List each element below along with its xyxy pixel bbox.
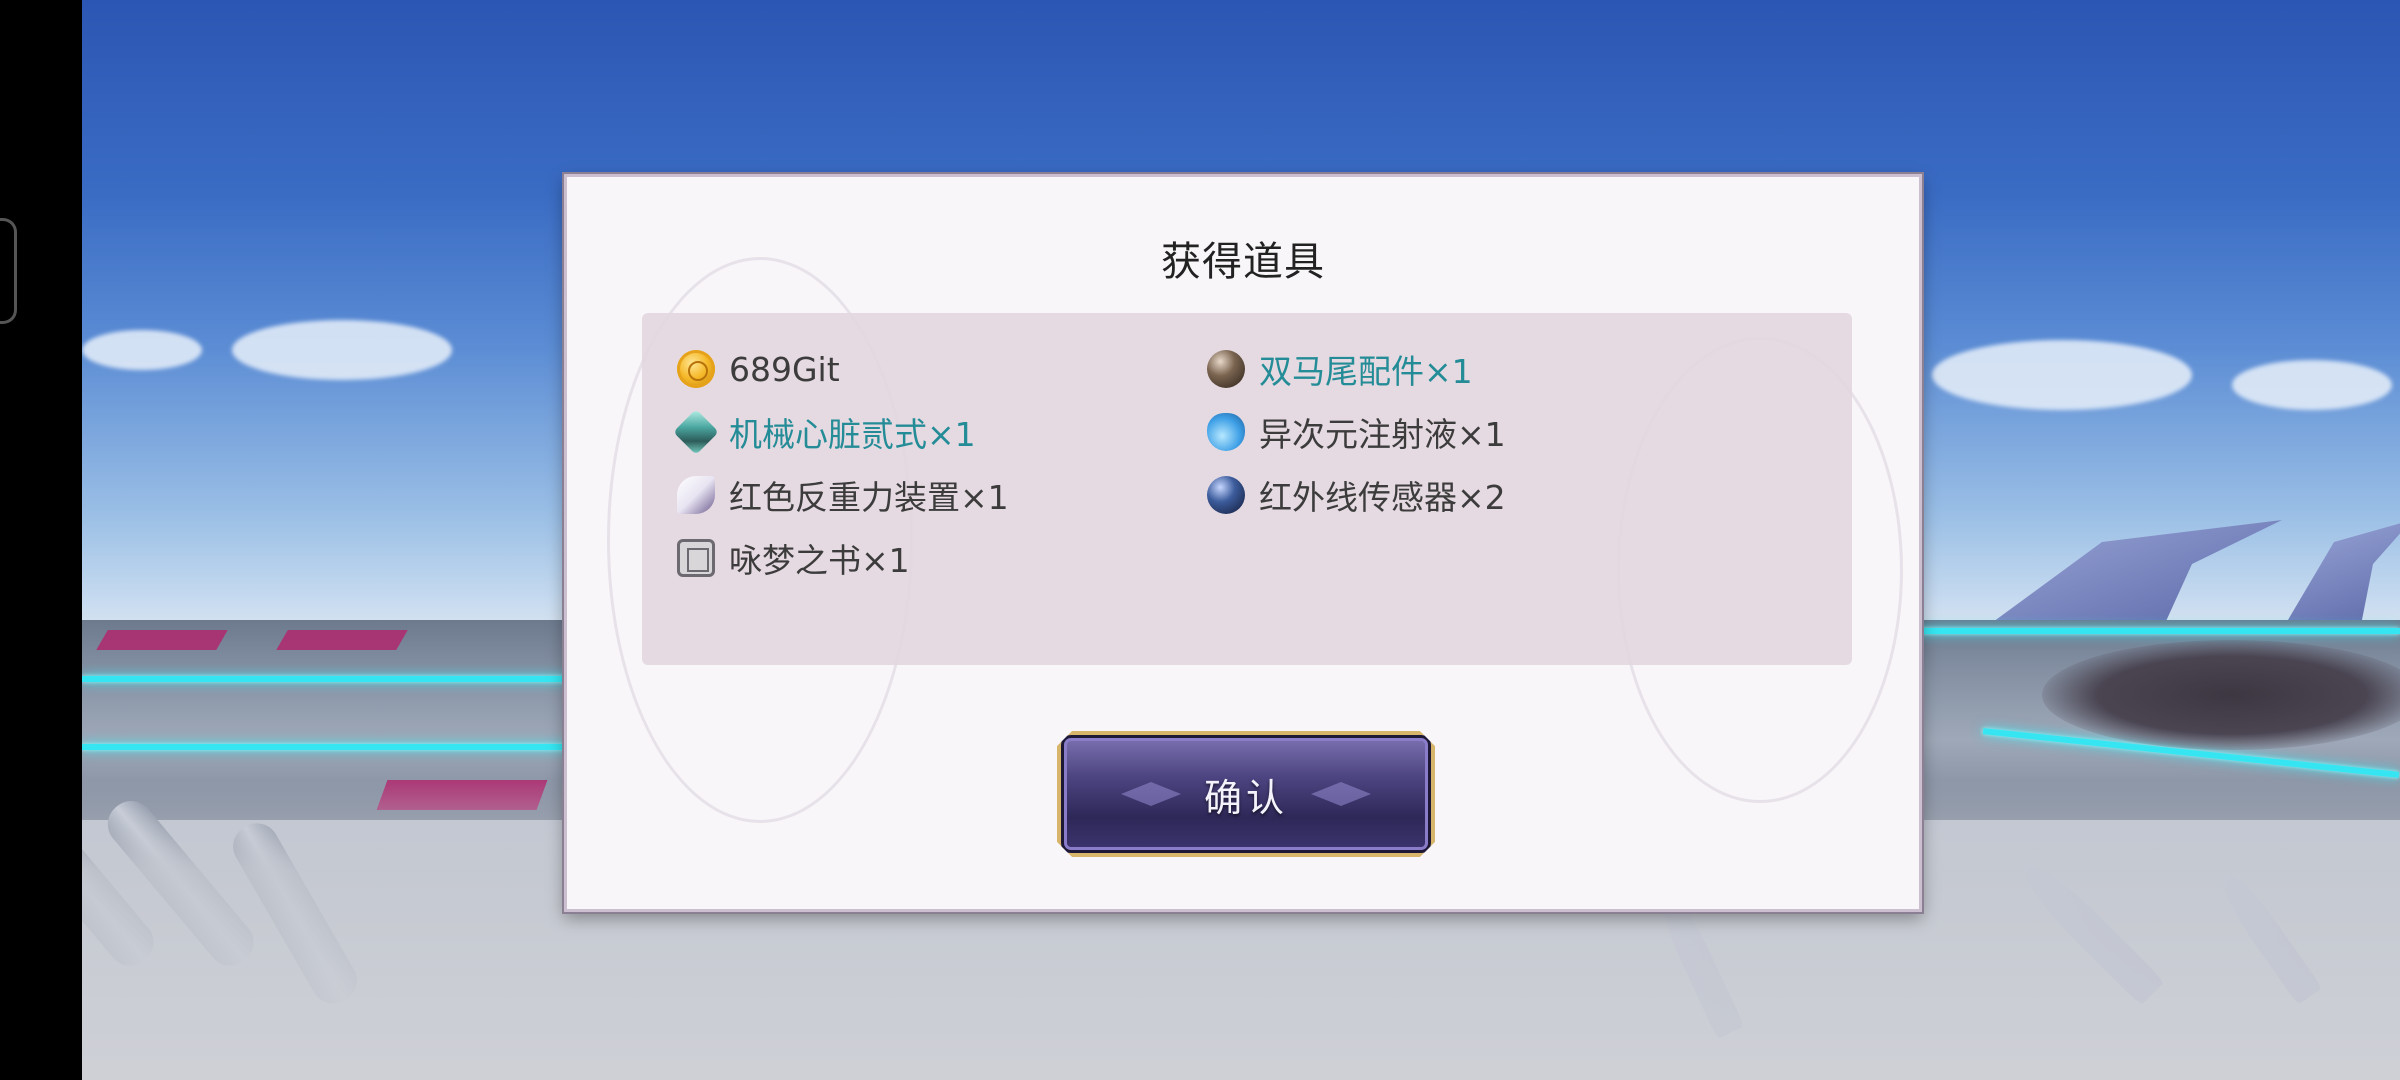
feather-icon <box>677 476 715 514</box>
cloud <box>1932 340 2192 410</box>
reward-item[interactable]: 异次元注射液×1 <box>1207 404 1506 460</box>
reward-label: 双马尾配件×1 <box>1259 352 1473 391</box>
side-handle[interactable] <box>0 218 17 324</box>
gold-coin-icon <box>677 350 715 388</box>
ship-fin <box>1982 520 2282 630</box>
reward-item[interactable]: 咏梦之书×1 <box>677 530 910 586</box>
cloud <box>2232 360 2392 410</box>
neon-strip <box>82 676 582 682</box>
deck-light <box>276 630 408 650</box>
reward-label: 689Git <box>729 349 840 389</box>
blue-orb-icon <box>1207 476 1245 514</box>
reward-list: 689Git 双马尾配件×1 机械心脏贰式×1 异次元注射液×1 红色反重力装置… <box>642 313 1852 665</box>
reward-label: 红外线传感器×2 <box>1259 478 1506 517</box>
reward-item[interactable]: 机械心脏贰式×1 <box>673 404 976 460</box>
cloud <box>232 320 452 380</box>
neon-strip <box>82 744 582 750</box>
button-ornament <box>1121 782 1181 806</box>
item-obtained-dialog: 获得道具 689Git 双马尾配件×1 机械心脏贰式×1 异次元注射液×1 红色… <box>564 174 1922 912</box>
ship-fin <box>2282 520 2400 630</box>
potion-icon <box>1207 413 1245 451</box>
book-icon <box>677 539 715 577</box>
reward-item[interactable]: 红外线传感器×2 <box>1207 467 1506 523</box>
cloud <box>82 330 202 370</box>
reward-label: 咏梦之书×1 <box>729 541 910 580</box>
deck-light <box>96 630 228 650</box>
dark-smoke <box>2042 640 2400 750</box>
reward-item[interactable]: 红色反重力装置×1 <box>677 467 1009 523</box>
reward-label: 红色反重力装置×1 <box>729 478 1009 517</box>
reward-item[interactable]: 689Git <box>677 341 840 397</box>
confirm-button[interactable]: 确认 <box>1057 731 1435 857</box>
reward-item[interactable]: 双马尾配件×1 <box>1207 341 1473 397</box>
reward-label: 异次元注射液×1 <box>1259 415 1506 454</box>
screen-left-edge <box>0 0 82 1080</box>
confirm-label: 确认 <box>1203 775 1288 820</box>
neon-strip <box>1912 628 2400 634</box>
crystal-icon <box>673 409 719 455</box>
brown-orb-icon <box>1207 350 1245 388</box>
button-ornament <box>1311 782 1371 806</box>
dialog-title: 获得道具 <box>1161 239 1325 285</box>
reward-label: 机械心脏贰式×1 <box>729 415 976 454</box>
